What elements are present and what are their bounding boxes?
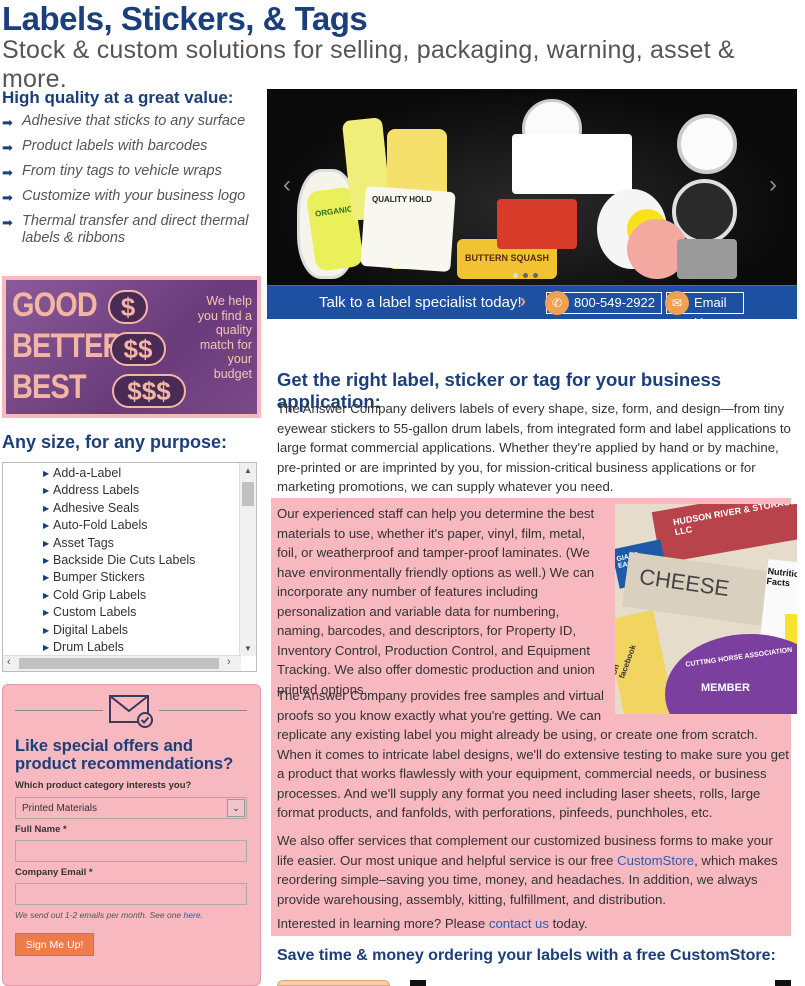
page-title: Labels, Stickers, & Tags: [2, 0, 368, 37]
customstore-heading: Save time & money ordering your labels w…: [277, 947, 776, 964]
price-tier-low: $: [108, 290, 148, 324]
arrow-right-icon: ➡: [2, 115, 13, 130]
list-item[interactable]: Asset Tags: [43, 535, 195, 553]
email-us-button[interactable]: ✉ Email Us: [665, 291, 744, 330]
offers-heading: Like special offers and product recommen…: [15, 737, 234, 773]
feature-item: ➡ Adhesive that sticks to any surface: [2, 113, 246, 130]
divider: [159, 710, 247, 711]
hero-carousel[interactable]: ORGANIC QUALITY HOLD BUTTERN SQUASH ‹ ›: [267, 89, 797, 285]
feature-list: ➡ Adhesive that sticks to any surface ➡ Pr…: [2, 113, 257, 254]
promo-good: GOOD: [12, 286, 98, 324]
envelope-icon: ✉: [665, 291, 689, 315]
promo-better: BETTER: [12, 327, 123, 365]
email-frequency-note: We send out 1-2 emails per month. See on…: [15, 910, 203, 920]
label-roll: [497, 199, 577, 249]
list-item[interactable]: Add-a-Label: [43, 465, 195, 483]
bike-label: [512, 134, 632, 194]
contact-bar: Talk to a label specialist today! › ✆ 80…: [267, 285, 797, 330]
full-name-label: Full Name *: [15, 824, 67, 835]
highlighted-content: Our experienced staff can help you deter…: [271, 498, 797, 936]
scroll-thumb[interactable]: [242, 482, 254, 506]
feature-item: ➡ Product labels with barcodes: [2, 138, 208, 155]
category-heading: Any size, for any purpose:: [2, 432, 228, 452]
price-tier-high: $$$: [112, 374, 186, 408]
scroll-up-icon[interactable]: ▲: [240, 466, 256, 475]
category-label: Which product category interests you?: [15, 780, 192, 791]
list-item[interactable]: Auto-Fold Labels: [43, 517, 195, 535]
phone-button[interactable]: ✆ 800-549-2922: [545, 291, 662, 315]
horizontal-scrollbar[interactable]: ‹ ›: [3, 655, 241, 671]
envelope-check-icon: [109, 695, 153, 728]
label-samples-image: HUDSON RIVER & STORAGE, LLC GIANT EAGLE …: [615, 504, 797, 714]
phone-icon: ✆: [545, 291, 569, 315]
materials-paragraph: Our experienced staff can help you deter…: [277, 506, 595, 697]
arrow-right-icon: ➡: [2, 140, 13, 155]
scroll-down-icon[interactable]: ▼: [240, 644, 256, 653]
intro-paragraph: The Answer Company delivers labels of ev…: [277, 401, 791, 494]
label-roll: [677, 239, 737, 279]
vertical-scrollbar[interactable]: ▲ ▼: [239, 463, 256, 656]
full-name-field[interactable]: [15, 840, 247, 862]
contact-us-link[interactable]: contact us: [489, 916, 549, 931]
arrow-right-icon: ➡: [2, 190, 13, 205]
category-list[interactable]: Add-a-Label Address Labels Adhesive Seal…: [2, 462, 257, 672]
list-item[interactable]: Digital Labels: [43, 622, 195, 640]
feature-item: ➡ Thermal transfer and direct thermal lab…: [2, 213, 249, 246]
customstore-preview: [277, 980, 390, 986]
carousel-next-icon[interactable]: ›: [769, 171, 777, 199]
butternut-label: BUTTERN SQUASH: [465, 253, 550, 263]
promo-text: We help you find a quality match for you…: [197, 294, 252, 381]
list-item[interactable]: Backside Die Cuts Labels: [43, 552, 195, 570]
carousel-prev-icon[interactable]: ‹: [283, 171, 291, 199]
category-select[interactable]: Printed Materials ⌄: [15, 797, 247, 819]
member-label: MEMBER: [701, 682, 750, 694]
arrow-right-icon: ➡: [2, 215, 13, 230]
divider: [15, 710, 103, 711]
feature-item: ➡ From tiny tags to vehicle wraps: [2, 163, 222, 180]
list-item[interactable]: Custom Labels: [43, 604, 195, 622]
contact-paragraph: Interested in learning more? Please cont…: [277, 916, 588, 931]
feature-item: ➡ Customize with your business logo: [2, 188, 246, 205]
chevron-down-icon[interactable]: ⌄: [227, 799, 245, 817]
samples-paragraph: replicate any existing label you might a…: [277, 727, 789, 820]
carousel-dot[interactable]: [513, 273, 518, 278]
list-item[interactable]: Adhesive Seals: [43, 500, 195, 518]
arrow-right-icon: ➡: [2, 165, 13, 180]
label-roll: [677, 114, 737, 174]
chevron-right-icon: ›: [520, 291, 526, 311]
carousel-dot[interactable]: [523, 273, 528, 278]
sample-email-link[interactable]: here.: [184, 910, 203, 920]
page-subtitle: Stock & custom solutions for selling, pa…: [2, 36, 735, 93]
scroll-right-icon[interactable]: ›: [227, 656, 231, 668]
quality-hold-label: QUALITY HOLD: [372, 195, 432, 204]
list-item[interactable]: Address Labels: [43, 482, 195, 500]
features-heading: High quality at a great value:: [2, 88, 234, 107]
services-paragraph: We also offer services that complement o…: [277, 833, 778, 907]
good-better-best-banner[interactable]: GOOD BETTER BEST $ $$ $$$ We help you fi…: [2, 276, 261, 418]
list-item[interactable]: Cold Grip Labels: [43, 587, 195, 605]
sign-up-button[interactable]: Sign Me Up!: [15, 933, 94, 956]
company-email-label: Company Email *: [15, 867, 93, 878]
list-item[interactable]: Bumper Stickers: [43, 569, 195, 587]
price-tier-mid: $$: [110, 332, 166, 366]
scroll-left-icon[interactable]: ‹: [7, 656, 11, 668]
samples-paragraph-start: The Answer Company provides free samples…: [277, 688, 604, 723]
customstore-link[interactable]: CustomStore: [617, 853, 694, 868]
carousel-dot[interactable]: [533, 273, 538, 278]
cta-text: Talk to a label specialist today!: [319, 294, 522, 311]
carousel-dots[interactable]: [513, 273, 538, 278]
company-email-field[interactable]: [15, 883, 247, 905]
special-offers-form: Like special offers and product recommen…: [2, 684, 261, 986]
list-item[interactable]: Drum Labels: [43, 639, 195, 657]
nutrition-facts-label: Nutrition Facts: [766, 565, 797, 589]
promo-best: BEST: [12, 368, 87, 406]
scroll-thumb[interactable]: [19, 658, 219, 669]
